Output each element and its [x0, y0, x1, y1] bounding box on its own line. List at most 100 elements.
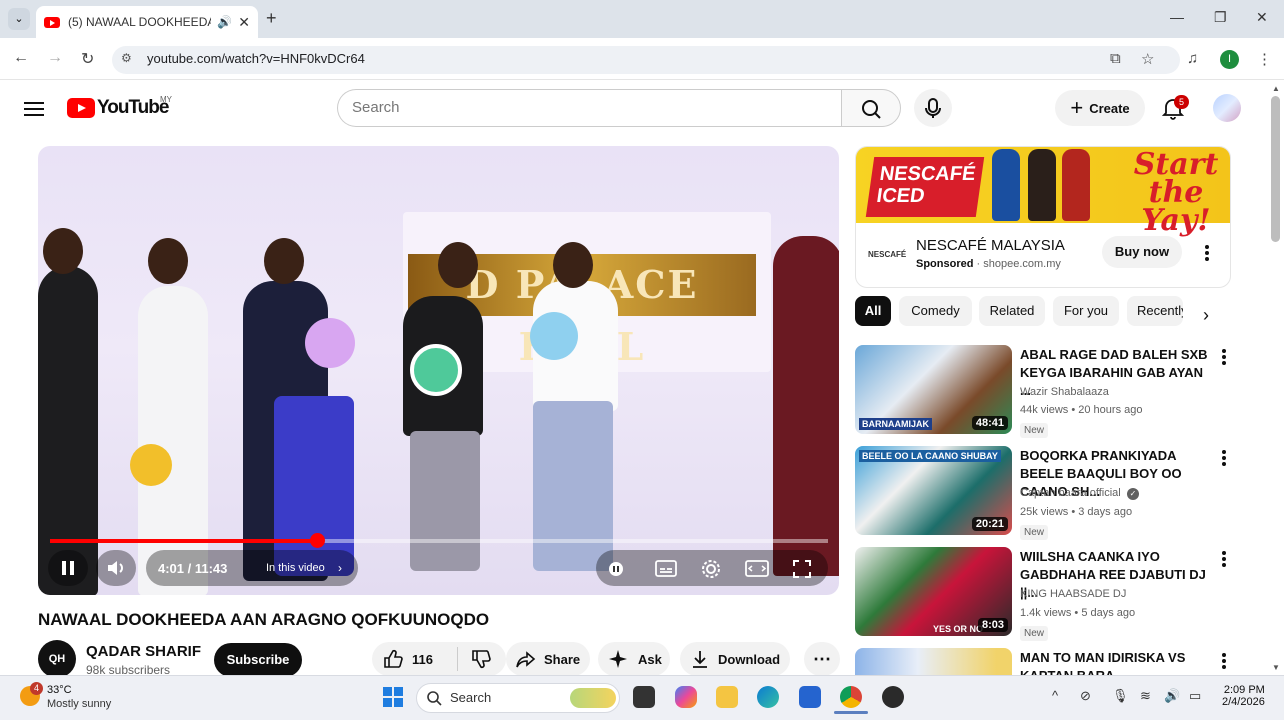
video-thumbnail[interactable]: BARNAAMIJAK 48:41: [855, 345, 1012, 434]
sponsored-label: Sponsored: [916, 258, 974, 270]
ad-sponsored-line: Sponsored · shopee.com.my: [916, 258, 1061, 270]
recommendation-title[interactable]: MAN TO MAN IDIRISKA VS KAPTAN BARA: [1020, 649, 1210, 675]
play-pause-button[interactable]: [48, 550, 88, 586]
microsoft-store-icon[interactable]: [799, 686, 821, 708]
create-button[interactable]: + Create: [1055, 90, 1145, 126]
search-highlight-icon: [570, 688, 616, 708]
media-controls-icon[interactable]: ♫: [1187, 50, 1198, 67]
channel-avatar[interactable]: QH: [38, 640, 76, 678]
youtube-logo[interactable]: YouTube MY: [67, 95, 172, 119]
chip-for-you[interactable]: For you: [1053, 296, 1119, 326]
buy-now-button[interactable]: Buy now: [1102, 236, 1182, 268]
search-input[interactable]: Search: [337, 89, 842, 127]
download-button[interactable]: Download: [680, 642, 790, 676]
progress-scrubber-handle[interactable]: [310, 533, 325, 548]
ask-button[interactable]: Ask: [598, 642, 670, 676]
thumbs-up-icon: [384, 649, 403, 668]
person-head: [148, 238, 188, 284]
close-window-button[interactable]: ✕: [1256, 9, 1268, 26]
system-clock[interactable]: 2:09 PM 2/4/2026: [1222, 684, 1265, 708]
chips-next-chevron-icon[interactable]: ›: [1203, 305, 1209, 326]
browser-tab-active[interactable]: (5) NAWAAL DOOKHEEDA / 🔊 ✕: [36, 6, 258, 38]
task-view-icon[interactable]: [633, 686, 655, 708]
settings-gear-icon[interactable]: [700, 558, 722, 580]
recommendation-more-icon[interactable]: [1222, 349, 1226, 367]
video-thumbnail[interactable]: YES OR NO 8:03: [855, 547, 1012, 636]
restore-button[interactable]: ❐: [1214, 9, 1227, 26]
tab-close-icon[interactable]: ✕: [238, 14, 250, 31]
forward-icon[interactable]: →: [47, 49, 63, 67]
volume-tray-icon[interactable]: 🔊: [1164, 688, 1180, 704]
app-icon[interactable]: [882, 686, 904, 708]
edge-browser-icon[interactable]: [757, 686, 779, 708]
mute-button[interactable]: [96, 550, 136, 586]
recommendation-channel[interactable]: Wazir Shabalaaza: [1020, 386, 1109, 398]
video-thumbnail[interactable]: BEELE OO LA CAANO SHUBAY 20:21: [855, 446, 1012, 535]
channel-name[interactable]: QADAR SHARIF: [86, 643, 201, 660]
person-head: [264, 238, 304, 284]
wifi-icon[interactable]: ≋: [1140, 688, 1151, 704]
subtitles-icon[interactable]: [655, 559, 677, 579]
chip-related[interactable]: Related: [979, 296, 1045, 326]
menu-hamburger-icon[interactable]: [24, 98, 44, 120]
recommendation-more-icon[interactable]: [1222, 653, 1226, 671]
recommendation-more-icon[interactable]: [1222, 551, 1226, 569]
ad-more-icon[interactable]: [1205, 245, 1209, 263]
chapter-button[interactable]: In this video: [266, 562, 325, 574]
more-actions-icon[interactable]: ⋯: [804, 642, 840, 676]
chrome-icon[interactable]: [840, 686, 862, 708]
windows-start-icon[interactable]: [383, 687, 403, 707]
weather-condition[interactable]: Mostly sunny: [47, 698, 111, 710]
account-avatar[interactable]: [1213, 94, 1241, 122]
video-player[interactable]: D PALACE HALL: [38, 146, 839, 595]
voice-search-button[interactable]: [914, 89, 952, 127]
weather-temperature[interactable]: 33°C: [47, 684, 72, 696]
browser-menu-icon[interactable]: ⋮: [1257, 50, 1272, 68]
scroll-down-arrow-icon[interactable]: ▼: [1272, 663, 1280, 672]
search-button[interactable]: [841, 89, 901, 127]
back-icon[interactable]: ←: [13, 49, 29, 67]
progress-bar-played: [50, 539, 317, 543]
chip-comedy[interactable]: Comedy: [899, 296, 972, 326]
tab-audio-icon[interactable]: 🔊: [217, 15, 232, 29]
ad-banner-image[interactable]: NESCAFÉ ICED Start the Yay!: [856, 147, 1230, 236]
show-hidden-icons-chevron-icon[interactable]: ^: [1052, 688, 1058, 703]
battery-icon[interactable]: ▭: [1189, 688, 1201, 704]
bookmark-star-icon[interactable]: ☆: [1141, 50, 1154, 68]
chip-all[interactable]: All: [855, 296, 891, 326]
file-explorer-icon[interactable]: [716, 686, 738, 708]
recommendation-more-icon[interactable]: [1222, 450, 1226, 468]
site-info-icon[interactable]: ⚙: [121, 51, 132, 65]
logo-wordmark: YouTube: [97, 97, 169, 118]
page-scrollbar[interactable]: [1271, 96, 1280, 242]
autoplay-toggle-icon[interactable]: [605, 558, 627, 580]
chip-recently[interactable]: Recently: [1127, 296, 1183, 326]
microphone-tray-icon[interactable]: 🎙: [1112, 688, 1129, 704]
profile-avatar[interactable]: I: [1220, 50, 1239, 69]
advertiser-name[interactable]: NESCAFÉ MALAYSIA: [916, 237, 1065, 254]
ad-domain: · shopee.com.my: [976, 258, 1061, 270]
person-figure: [410, 431, 480, 571]
recommendation-channel[interactable]: Captan baara official: [1020, 487, 1121, 499]
balloon: [305, 318, 355, 368]
copilot-icon[interactable]: [675, 686, 697, 708]
subscribe-button[interactable]: Subscribe: [214, 643, 302, 677]
theater-mode-icon[interactable]: [745, 559, 769, 579]
reload-icon[interactable]: ↻: [81, 49, 94, 69]
share-button[interactable]: Share: [506, 642, 590, 676]
video-thumbnail[interactable]: [855, 648, 1012, 675]
fullscreen-icon[interactable]: [792, 559, 812, 579]
time-display: 4:01 / 11:43: [158, 561, 228, 576]
verified-icon: ✓: [1127, 488, 1139, 500]
network-off-icon[interactable]: ⊘: [1080, 688, 1091, 704]
tab-search-button[interactable]: ⌄: [8, 8, 30, 30]
install-app-icon[interactable]: ⧉: [1110, 50, 1121, 67]
url-text[interactable]: youtube.com/watch?v=HNF0kvDCr64: [147, 51, 365, 66]
dislike-button[interactable]: [458, 647, 492, 672]
person-figure: [773, 236, 839, 576]
minimize-button[interactable]: —: [1170, 9, 1184, 25]
recommendation-channel[interactable]: KING HAABSADE DJ: [1020, 588, 1126, 600]
scroll-up-arrow-icon[interactable]: ▲: [1272, 84, 1280, 93]
new-tab-button[interactable]: +: [266, 8, 277, 29]
like-button[interactable]: 116: [372, 647, 458, 671]
